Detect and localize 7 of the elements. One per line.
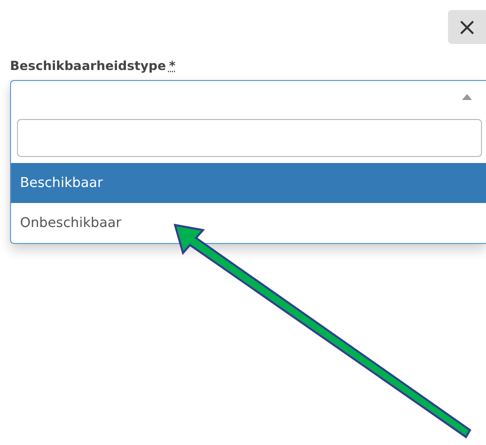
caret-icon (462, 94, 472, 100)
dropdown-option[interactable]: Beschikbaar (11, 163, 486, 203)
close-button[interactable]: × (448, 10, 486, 44)
field-label: Beschikbaarheidstype (10, 58, 166, 73)
dropdown-option[interactable]: Onbeschikbaar (11, 203, 486, 243)
required-mark: * (168, 58, 176, 73)
search-field[interactable] (17, 119, 482, 157)
